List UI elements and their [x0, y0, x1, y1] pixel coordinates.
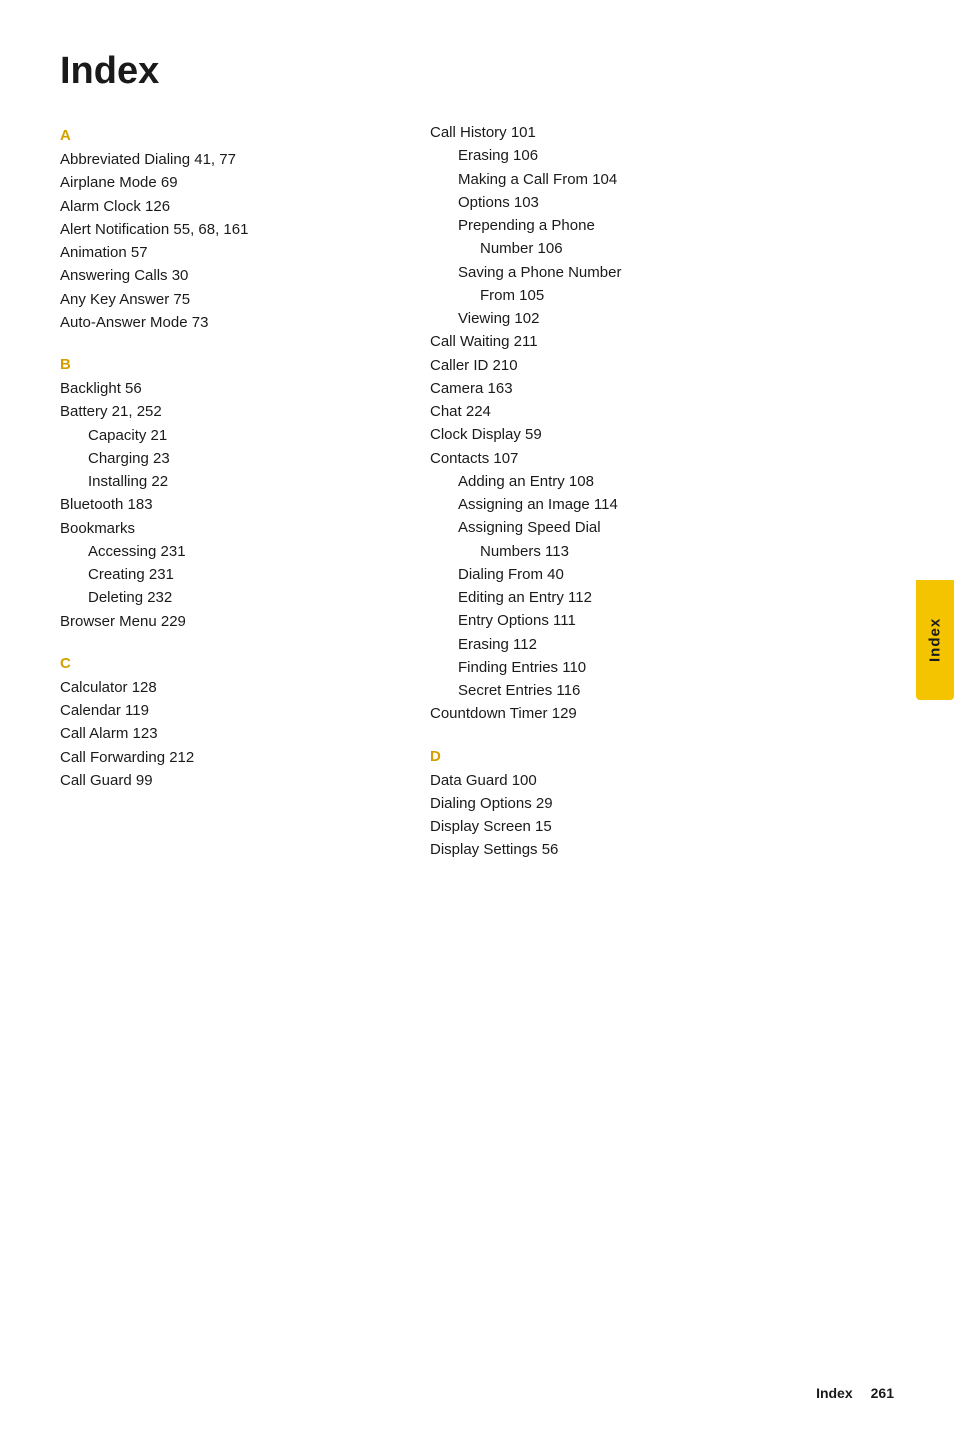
list-item: Charging 23: [60, 447, 400, 470]
list-item: Call Alarm 123: [60, 722, 400, 745]
page-content: Index A Abbreviated Dialing 41, 77 Airpl…: [0, 0, 954, 1431]
list-item: Capacity 21: [60, 424, 400, 447]
side-tab: Index: [916, 580, 954, 700]
list-item: Number 106: [430, 237, 894, 260]
list-item: Creating 231: [60, 563, 400, 586]
list-item: Chat 224: [430, 400, 894, 423]
section-a: A Abbreviated Dialing 41, 77 Airplane Mo…: [60, 127, 400, 334]
list-item: Abbreviated Dialing 41, 77: [60, 148, 400, 171]
list-item: Airplane Mode 69: [60, 171, 400, 194]
list-item: Secret Entries 116: [430, 679, 894, 702]
section-b: B Backlight 56 Battery 21, 252 Capacity …: [60, 356, 400, 633]
list-item: Assigning Speed Dial: [430, 516, 894, 539]
index-columns: A Abbreviated Dialing 41, 77 Airplane Mo…: [60, 121, 894, 884]
list-item: Accessing 231: [60, 540, 400, 563]
left-column: A Abbreviated Dialing 41, 77 Airplane Mo…: [60, 121, 420, 884]
list-item: Making a Call From 104: [430, 168, 894, 191]
section-letter-a: A: [60, 127, 400, 144]
list-item: Editing an Entry 112: [430, 586, 894, 609]
list-item: Contacts 107: [430, 447, 894, 470]
list-item: Dialing From 40: [430, 563, 894, 586]
list-item: Animation 57: [60, 241, 400, 264]
list-item: Answering Calls 30: [60, 264, 400, 287]
list-item: Data Guard 100: [430, 769, 894, 792]
list-item: Viewing 102: [430, 307, 894, 330]
list-item: Clock Display 59: [430, 423, 894, 446]
list-item: Entry Options 111: [430, 609, 894, 632]
list-item: Assigning an Image 114: [430, 493, 894, 516]
list-item: Battery 21, 252: [60, 400, 400, 423]
list-item: Display Screen 15: [430, 815, 894, 838]
list-item: Installing 22: [60, 470, 400, 493]
page-title: Index: [60, 50, 894, 93]
list-item: Camera 163: [430, 377, 894, 400]
list-item: Bookmarks: [60, 517, 400, 540]
section-d: D Data Guard 100 Dialing Options 29 Disp…: [430, 748, 894, 862]
list-item: Adding an Entry 108: [430, 470, 894, 493]
list-item: Auto-Answer Mode 73: [60, 311, 400, 334]
right-column: Call History 101 Erasing 106 Making a Ca…: [420, 121, 894, 884]
list-item: Call Guard 99: [60, 769, 400, 792]
list-item: Erasing 106: [430, 144, 894, 167]
list-item: Call History 101: [430, 121, 894, 144]
list-item: Countdown Timer 129: [430, 702, 894, 725]
list-item: Erasing 112: [430, 633, 894, 656]
list-item: From 105: [430, 284, 894, 307]
list-item: Backlight 56: [60, 377, 400, 400]
list-item: Call Waiting 211: [430, 330, 894, 353]
page-footer: Index 261: [816, 1385, 894, 1401]
list-item: Bluetooth 183: [60, 493, 400, 516]
list-item: Call Forwarding 212: [60, 746, 400, 769]
list-item: Browser Menu 229: [60, 610, 400, 633]
list-item: Any Key Answer 75: [60, 288, 400, 311]
list-item: Numbers 113: [430, 540, 894, 563]
section-c: C Calculator 128 Calendar 119 Call Alarm…: [60, 655, 400, 792]
page-container: Index Index A Abbreviated Dialing 41, 77…: [0, 0, 954, 1431]
list-item: Finding Entries 110: [430, 656, 894, 679]
section-letter-c: C: [60, 655, 400, 672]
list-item: Saving a Phone Number: [430, 261, 894, 284]
list-item: Calculator 128: [60, 676, 400, 699]
list-item: Options 103: [430, 191, 894, 214]
section-letter-b: B: [60, 356, 400, 373]
list-item: Prepending a Phone: [430, 214, 894, 237]
list-item: Alert Notification 55, 68, 161: [60, 218, 400, 241]
list-item: Deleting 232: [60, 586, 400, 609]
list-item: Alarm Clock 126: [60, 195, 400, 218]
list-item: Display Settings 56: [430, 838, 894, 861]
section-call: Call History 101 Erasing 106 Making a Ca…: [430, 121, 894, 726]
list-item: Calendar 119: [60, 699, 400, 722]
side-tab-label: Index: [927, 618, 944, 662]
list-item: Dialing Options 29: [430, 792, 894, 815]
list-item: Caller ID 210: [430, 354, 894, 377]
footer-label: Index: [816, 1385, 853, 1401]
footer-page-number: 261: [871, 1385, 894, 1401]
section-letter-d: D: [430, 748, 894, 765]
